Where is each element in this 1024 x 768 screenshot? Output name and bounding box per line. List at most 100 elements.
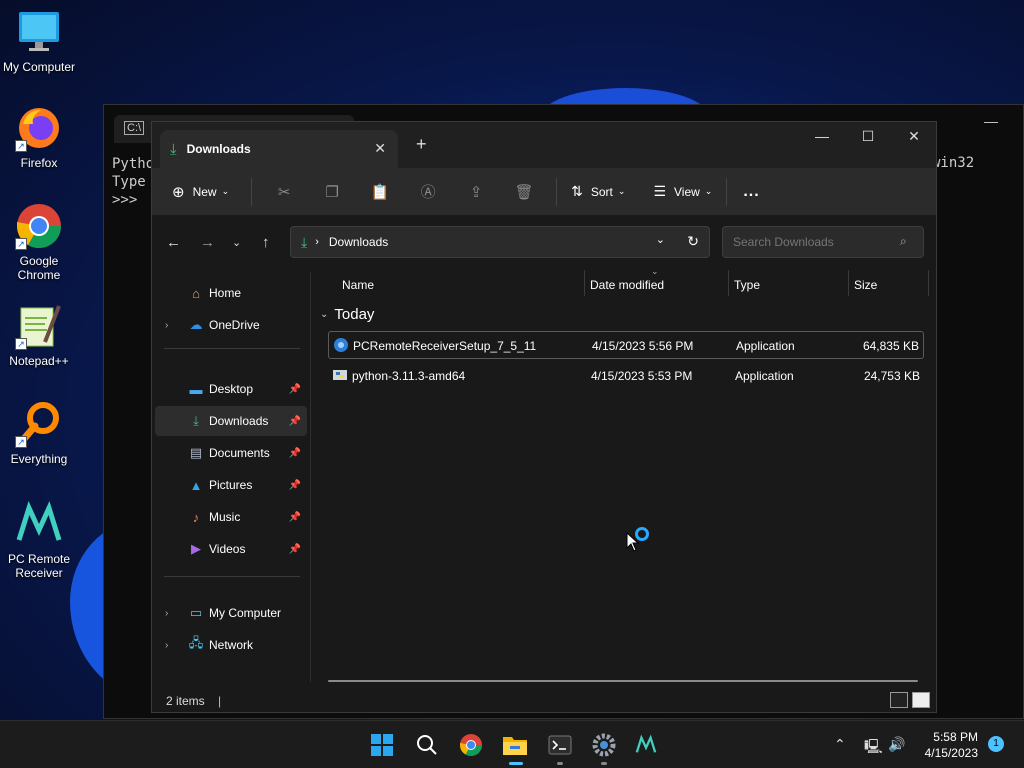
minimize-button[interactable]: — [802, 128, 842, 144]
pane-splitter[interactable] [310, 272, 311, 682]
view-button[interactable]: ☰ View ⌄ [653, 183, 712, 200]
column-divider[interactable] [928, 270, 929, 296]
status-bar: 2 items | [166, 694, 221, 708]
pin-icon: 📌 [288, 479, 301, 491]
clock[interactable]: 5:58 PM 4/15/2023 [916, 729, 978, 761]
taskbar-file-explorer[interactable] [501, 731, 529, 765]
close-tab-icon[interactable]: ✕ [374, 140, 386, 157]
folder-icon [503, 737, 527, 755]
video-icon: ▶ [191, 541, 201, 556]
column-divider[interactable] [728, 270, 729, 296]
column-header-date[interactable]: Date modified [590, 278, 664, 292]
show-hidden-icons-chevron-icon[interactable]: ⌃ [834, 736, 846, 753]
table-row[interactable]: python-3.11.3-amd64 4/15/2023 5:53 PM Ap… [328, 362, 924, 390]
chevron-right-icon[interactable]: › [165, 608, 168, 619]
volume-icon[interactable]: 🔊 [888, 736, 905, 753]
file-name: python-3.11.3-amd64 [352, 369, 466, 383]
chevron-down-icon: ⌄ [704, 186, 713, 196]
search-icon: ⌕ [900, 234, 907, 248]
group-header-today[interactable]: ⌄ Today [320, 306, 374, 323]
refresh-icon[interactable]: ↻ [687, 233, 699, 250]
sort-button[interactable]: ⇅ Sort ⌄ [571, 183, 625, 200]
home-icon: ⌂ [192, 285, 200, 301]
start-button[interactable] [368, 731, 396, 759]
network-status-icon[interactable]: 🖳 [864, 736, 883, 760]
chevron-down-icon[interactable]: ⌄ [656, 233, 665, 246]
download-icon: ⤓ [301, 233, 308, 250]
close-window-button[interactable]: ✕ [894, 128, 934, 145]
desktop-icon-chrome[interactable]: ↗ Google Chrome [0, 202, 78, 282]
paste-icon[interactable]: 📋 [356, 183, 404, 201]
search-button[interactable] [413, 731, 441, 759]
column-divider[interactable] [848, 270, 849, 296]
document-icon: ▤ [189, 445, 203, 460]
desktop-icon-firefox[interactable]: ↗ Firefox [0, 104, 78, 170]
taskbar-pc-remote[interactable] [632, 731, 660, 759]
chevron-down-icon: ⌄ [617, 186, 626, 196]
breadcrumb[interactable]: Downloads [329, 235, 388, 249]
taskbar-settings[interactable] [590, 731, 618, 765]
desktop-icon-label: Notepad++ [9, 354, 69, 368]
sidebar-item-onedrive[interactable]: › ☁ OneDrive [155, 310, 307, 340]
sidebar-item-desktop[interactable]: ▬ Desktop 📌 [155, 374, 307, 404]
terminal-output: Pytho Type >>> [112, 155, 154, 209]
installer-icon [334, 338, 348, 352]
sidebar-item-videos[interactable]: ▶ Videos 📌 [155, 534, 307, 564]
taskbar-chrome[interactable] [457, 731, 485, 759]
minimize-icon[interactable]: — [984, 113, 998, 129]
sidebar-item-pictures[interactable]: ▲ Pictures 📌 [155, 470, 307, 500]
shortcut-arrow-icon: ↗ [15, 436, 27, 448]
file-explorer-window[interactable]: ⤓ Downloads ✕ + — ☐ ✕ ⊕ New ⌄ ✂ ❐ 📋 Ⓐ ⇪ … [151, 121, 937, 713]
tab-downloads[interactable]: ⤓ Downloads ✕ [160, 130, 398, 168]
column-header-name[interactable]: Name [342, 278, 374, 292]
up-arrow-icon[interactable]: ↑ [262, 234, 270, 251]
sidebar-item-downloads[interactable]: ⤓ Downloads 📌 [155, 406, 307, 436]
cut-icon[interactable]: ✂ [260, 183, 308, 201]
table-row[interactable]: PCRemoteReceiverSetup_7_5_11 4/15/2023 5… [328, 331, 924, 359]
column-divider[interactable] [584, 270, 585, 296]
python-installer-icon [333, 370, 347, 380]
sidebar-item-music[interactable]: ♪ Music 📌 [155, 502, 307, 532]
new-tab-button[interactable]: + [416, 134, 427, 155]
horizontal-scrollbar[interactable] [328, 680, 918, 682]
column-header-size[interactable]: Size [854, 278, 877, 292]
desktop-icon-my-computer[interactable]: My Computer [0, 8, 78, 74]
sort-icon: ⇅ [571, 183, 583, 199]
sidebar-item-my-computer[interactable]: › ▭ My Computer [155, 598, 307, 628]
notification-badge[interactable]: 1 [988, 736, 1004, 752]
sidebar-item-home[interactable]: ⌂ Home [155, 278, 307, 308]
delete-icon[interactable]: 🗑 [500, 183, 548, 201]
share-icon[interactable]: ⇪ [452, 183, 500, 201]
address-bar[interactable]: ⤓ › Downloads ⌄ ↻ [290, 226, 710, 258]
desktop-icon-notepadpp[interactable]: ↗ Notepad++ [0, 302, 78, 368]
chevron-right-icon[interactable]: › [165, 640, 168, 651]
pc-remote-icon [15, 500, 63, 548]
desktop-icon-pc-remote[interactable]: PC Remote Receiver [0, 500, 78, 580]
pin-icon: 📌 [288, 447, 301, 459]
sidebar-item-documents[interactable]: ▤ Documents 📌 [155, 438, 307, 468]
firefox-icon: ↗ [15, 104, 63, 152]
more-options-button[interactable]: ... [743, 183, 759, 201]
taskbar-terminal[interactable] [546, 731, 574, 765]
desktop-icon-everything[interactable]: ↗ Everything [0, 400, 78, 466]
chevron-right-icon[interactable]: › [165, 320, 168, 331]
new-button[interactable]: ⊕ New ⌄ [172, 183, 229, 201]
forward-arrow-icon[interactable]: → [200, 234, 215, 251]
sidebar-item-label: Home [209, 286, 242, 300]
music-icon: ♪ [192, 509, 200, 525]
view-button-label: View [674, 184, 700, 199]
sidebar-item-label: My Computer [209, 606, 282, 620]
sidebar-item-label: Documents [209, 446, 270, 460]
back-arrow-icon[interactable]: ← [166, 234, 181, 251]
sidebar-item-network[interactable]: › 🖧 Network [155, 630, 307, 660]
column-header-type[interactable]: Type [734, 278, 760, 292]
rename-icon[interactable]: Ⓐ [404, 181, 452, 202]
download-icon: ⤓ [193, 413, 199, 428]
search-input[interactable] [722, 226, 924, 258]
details-view-icon[interactable] [890, 692, 908, 708]
copy-icon[interactable]: ❐ [308, 183, 356, 201]
file-size: 64,835 KB [862, 339, 919, 353]
recent-chevron-icon[interactable]: ⌄ [232, 236, 241, 249]
tiles-view-icon[interactable] [912, 692, 930, 708]
maximize-button[interactable]: ☐ [848, 128, 888, 145]
